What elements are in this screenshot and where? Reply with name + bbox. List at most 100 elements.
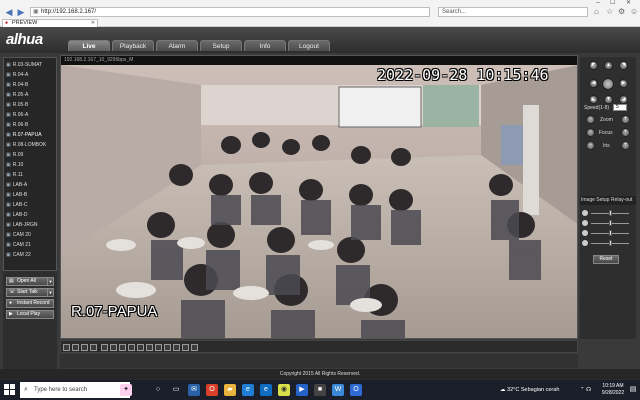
video-viewport[interactable]: 192.168.2.167_10_9296bps_M 2022-09-28 10… [60, 55, 578, 339]
tab-live[interactable]: Live [68, 40, 110, 51]
chevron-down-icon[interactable]: ▼ [47, 289, 53, 296]
zoom-app-icon[interactable]: ▶ [296, 384, 308, 396]
windows-start-icon[interactable] [4, 384, 16, 396]
camera-item[interactable]: ▣ R.11 [6, 171, 54, 179]
ptz-up-icon[interactable]: ▲ [604, 61, 613, 70]
taskbar-search-input[interactable]: ⌕ Type here to search [20, 382, 130, 398]
camera-item[interactable]: ▣ LAB-A [6, 181, 54, 189]
ptz-center-button[interactable] [602, 78, 614, 90]
close-all-icon[interactable] [182, 344, 189, 351]
ptz-down-right-icon[interactable]: ◢ [619, 95, 628, 104]
camera-item[interactable]: ▣ R.05-A [6, 91, 54, 99]
snapshot-icon[interactable] [146, 344, 153, 351]
hue-slider[interactable] [582, 240, 634, 247]
zoom-out-icon[interactable]: − [586, 115, 595, 124]
zoom-digital-icon[interactable] [164, 344, 171, 351]
notifications-icon[interactable]: ▤ [628, 384, 638, 396]
chevron-down-icon[interactable]: ▼ [47, 278, 53, 285]
camera-item[interactable]: ▣ R.09 [6, 151, 54, 159]
fullscreen-icon[interactable] [137, 344, 144, 351]
tray-icons[interactable]: ⌃ ☊ [580, 380, 591, 400]
layout-custom-icon[interactable] [101, 344, 108, 351]
layout-alt-icon[interactable] [110, 344, 117, 351]
chrome-icon[interactable]: ◉ [278, 384, 290, 396]
camera-item[interactable]: ▣ CAM 21 [6, 241, 54, 249]
camera-item[interactable]: ▣ R.07-PAPUA [6, 131, 54, 139]
ptz-down-left-icon[interactable]: ◣ [589, 95, 598, 104]
tab-setup[interactable]: Setup [200, 40, 242, 51]
task-view-icon[interactable]: ▭ [170, 384, 182, 396]
layout-4-icon[interactable] [72, 344, 79, 351]
home-icon[interactable]: ⌂ [594, 7, 599, 17]
record-toggle-icon[interactable] [155, 344, 162, 351]
tab-alarm[interactable]: Alarm [156, 40, 198, 51]
word-icon[interactable]: W [332, 384, 344, 396]
layout-grid-icon[interactable] [128, 344, 135, 351]
camera-list[interactable]: ▣ R.03-SUMAT ▣ R.04-A ▣ R.04-B ▣ R.05-A ▣ R.05-B ▣… [3, 57, 57, 271]
camera-item[interactable]: ▣ R.03-SUMAT [6, 61, 54, 69]
saturation-slider[interactable] [582, 230, 634, 237]
cortana-icon[interactable]: ○ [152, 384, 164, 396]
camera-item[interactable]: ▣ R.10 [6, 161, 54, 169]
weather-widget[interactable]: ☁ 32°C Sebagian cerah [500, 380, 559, 400]
camera-item[interactable]: ▣ R.04-A [6, 71, 54, 79]
browser-tab[interactable]: ● PREVIEW ✕ [2, 19, 98, 27]
camera-item[interactable]: ▣ LAB-B [6, 191, 54, 199]
contrast-slider[interactable] [582, 220, 634, 227]
slider-knob[interactable] [609, 220, 612, 226]
file-explorer-icon[interactable]: ▰ [224, 384, 236, 396]
camera-item[interactable]: ▣ R.06-A [6, 111, 54, 119]
tab-close-icon[interactable]: ✕ [91, 20, 95, 27]
camera-item[interactable]: ▣ R.08-LOMBOK [6, 141, 54, 149]
focus-in-icon[interactable]: + [621, 128, 630, 137]
brightness-slider[interactable] [582, 210, 634, 217]
iris-open-icon[interactable]: + [621, 141, 630, 150]
system-clock[interactable]: 10:19 AM 9/28/2022 [596, 383, 630, 397]
outlook-icon[interactable]: O [350, 384, 362, 396]
slider-knob[interactable] [609, 240, 612, 246]
audio-icon[interactable] [173, 344, 180, 351]
focus-out-icon[interactable]: − [586, 128, 595, 137]
stream-switch-icon[interactable] [191, 344, 198, 351]
app-icon[interactable]: ■ [314, 384, 326, 396]
camera-item[interactable]: ▣ LAB-C [6, 201, 54, 209]
tab-playback[interactable]: Playback [112, 40, 154, 51]
speed-select[interactable]: 5 [613, 104, 627, 111]
layout-wide-icon[interactable] [119, 344, 126, 351]
camera-item[interactable]: ▣ R.04-B [6, 81, 54, 89]
camera-item[interactable]: ▣ R.06-B [6, 121, 54, 129]
internet-explorer-icon[interactable]: e [260, 384, 272, 396]
camera-item[interactable]: ▣ R.05-B [6, 101, 54, 109]
ptz-left-icon[interactable]: ◀ [589, 79, 598, 88]
back-icon[interactable]: ◀ [4, 7, 14, 17]
camera-item[interactable]: ▣ CAM 22 [6, 251, 54, 259]
office-icon[interactable]: O [206, 384, 218, 396]
ptz-down-icon[interactable]: ▼ [604, 95, 613, 104]
layout-9-icon[interactable] [81, 344, 88, 351]
ptz-right-icon[interactable]: ▶ [619, 79, 628, 88]
zoom-in-icon[interactable]: + [621, 115, 630, 124]
tab-image-setup[interactable]: Image Setup [581, 196, 609, 205]
browser-search-input[interactable]: Search... [438, 7, 588, 17]
tab-relay-out[interactable]: Relay-out [611, 196, 632, 205]
camera-item[interactable]: ▣ LAB-JRGN [6, 221, 54, 229]
edge-icon[interactable]: e [242, 384, 254, 396]
layout-1-icon[interactable] [63, 344, 70, 351]
slider-knob[interactable] [609, 230, 612, 236]
ptz-up-left-icon[interactable]: ◤ [589, 61, 598, 70]
layout-16-icon[interactable] [90, 344, 97, 351]
open-all-button[interactable]: ▤ Open All ▼ [6, 277, 54, 286]
iris-close-icon[interactable]: − [586, 141, 595, 150]
camera-item[interactable]: ▣ LAB-D [6, 211, 54, 219]
address-bar[interactable]: ▣ http://192.168.2.167/ [30, 7, 430, 17]
forward-icon[interactable]: ▶ [16, 7, 26, 17]
local-play-button[interactable]: ▶ Local Play [6, 310, 54, 319]
smiley-icon[interactable]: ☺ [630, 7, 638, 17]
ptz-up-right-icon[interactable]: ◥ [619, 61, 628, 70]
slider-knob[interactable] [609, 210, 612, 216]
reset-button[interactable]: Reset [593, 255, 619, 264]
camera-item[interactable]: ▣ CAM 20 [6, 231, 54, 239]
gear-icon[interactable]: ⚙ [618, 7, 625, 17]
tab-info[interactable]: Info [244, 40, 286, 51]
mail-icon[interactable]: ✉ [188, 384, 200, 396]
